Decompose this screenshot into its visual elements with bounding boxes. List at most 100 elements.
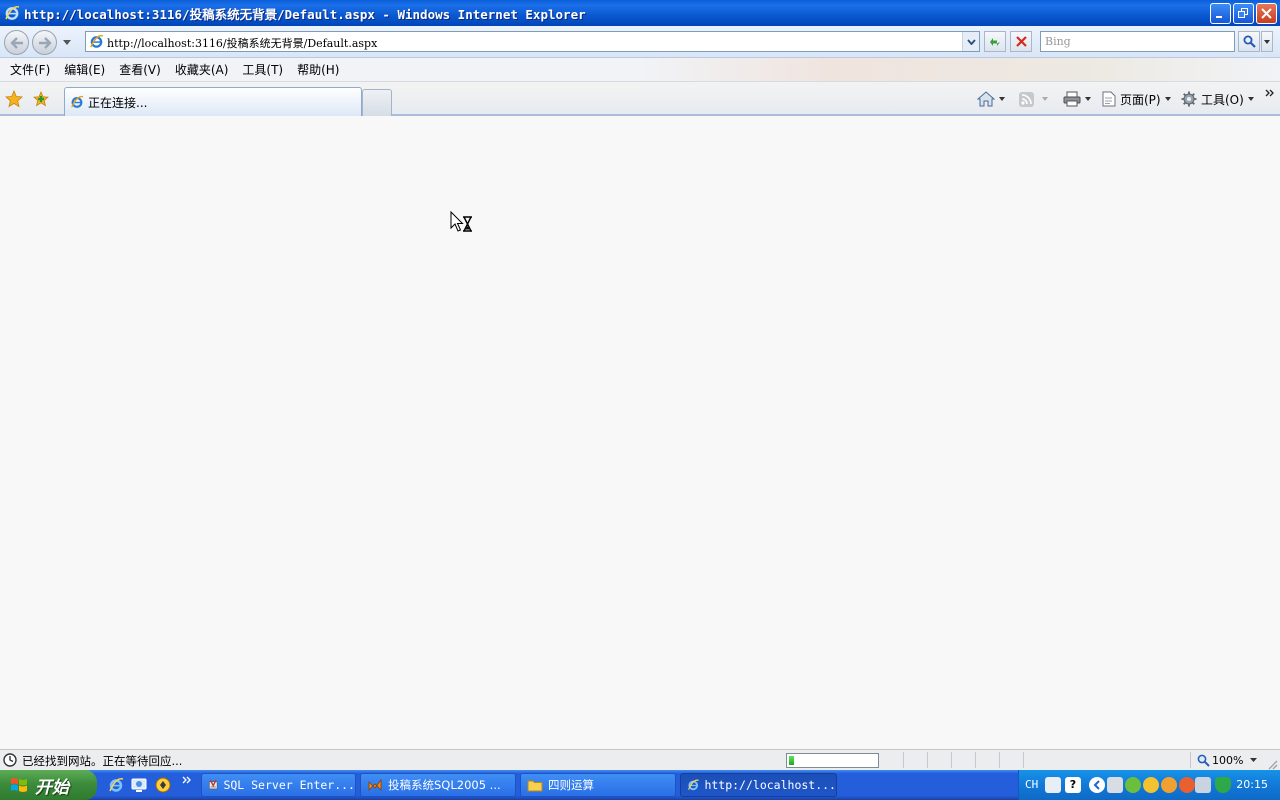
chevron-down-icon — [1264, 39, 1270, 44]
tab-active[interactable]: 正在连接... — [64, 87, 362, 116]
volume-icon[interactable] — [1195, 777, 1211, 793]
busy-cursor-icon — [450, 211, 472, 232]
favorites-center-button[interactable] — [4, 89, 24, 109]
antivirus-icon[interactable] — [1125, 777, 1141, 793]
show-desktop-icon — [131, 778, 147, 792]
resize-grip-icon[interactable] — [1266, 758, 1278, 770]
tools-menu-button[interactable]: 工具(O) — [1181, 90, 1254, 108]
minimize-button[interactable] — [1210, 3, 1231, 24]
status-bar: 已经找到网站。正在等待回应... 100% — [0, 749, 1280, 770]
add-to-favorites-button[interactable] — [31, 89, 51, 109]
qq-icon[interactable] — [1143, 777, 1159, 793]
start-label: 开始 — [35, 777, 69, 798]
taskbar-button-folder[interactable]: 四则运算 — [520, 773, 676, 797]
search-button[interactable] — [1238, 31, 1260, 52]
taskbar-button-ie[interactable]: http://localhost... — [680, 773, 837, 797]
menu-view[interactable]: 查看(V) — [113, 61, 169, 78]
new-tab-button[interactable] — [362, 89, 392, 116]
close-icon — [1261, 8, 1272, 19]
history-dropdown-icon[interactable] — [63, 40, 71, 45]
refresh-button[interactable] — [984, 31, 1006, 52]
progress-bar — [786, 753, 879, 768]
menu-tools[interactable]: 工具(T) — [236, 61, 291, 78]
address-field[interactable]: http://localhost:3116/投稿系统无背景/Default.as… — [85, 31, 980, 52]
task-label: 投稿系统SQL2005 ... — [388, 778, 501, 792]
ie-icon — [109, 778, 124, 792]
address-dropdown-button[interactable] — [962, 32, 979, 51]
ie-icon — [688, 779, 699, 791]
stop-icon — [1015, 36, 1027, 47]
language-indicator[interactable]: CH — [1025, 778, 1038, 791]
network-icon[interactable] — [1107, 777, 1123, 793]
restore-icon — [1238, 8, 1248, 18]
page-content[interactable] — [0, 117, 1280, 749]
home-icon — [977, 91, 995, 107]
sql-server-icon — [208, 780, 218, 790]
tools-menu-label: 工具(O) — [1201, 92, 1244, 107]
help-icon[interactable]: ? — [1065, 777, 1081, 793]
task-label: 四则运算 — [548, 778, 594, 792]
tray-collapse-icon[interactable] — [1089, 777, 1105, 793]
forward-button[interactable] — [32, 30, 57, 55]
page-menu-label: 页面(P) — [1120, 92, 1161, 107]
windows-logo-icon — [11, 778, 27, 792]
status-text: 已经找到网站。正在等待回应... — [22, 754, 183, 768]
zoom-icon[interactable] — [1197, 754, 1210, 767]
chevron-down-icon — [966, 38, 976, 45]
quick-launch-ie[interactable] — [107, 776, 125, 794]
more-commands-button[interactable] — [1265, 84, 1274, 102]
folder-icon — [527, 780, 543, 792]
back-arrow-icon — [9, 36, 23, 49]
page-icon — [1102, 91, 1116, 107]
window-title: http://localhost:3116/投稿系统无背景/Default.as… — [24, 6, 586, 22]
menu-edit[interactable]: 编辑(E) — [58, 61, 113, 78]
zoom-dropdown-icon[interactable] — [1250, 758, 1257, 762]
search-icon — [1243, 35, 1256, 48]
app-shortcut-icon — [155, 777, 171, 793]
search-input[interactable]: Bing — [1040, 31, 1235, 52]
progress-fill — [789, 756, 794, 765]
search-placeholder: Bing — [1045, 35, 1071, 48]
feeds-button[interactable] — [1019, 90, 1048, 108]
keyboard-icon[interactable] — [1045, 777, 1061, 793]
qq-icon-2[interactable] — [1161, 777, 1177, 793]
zoom-level[interactable]: 100% — [1212, 754, 1243, 767]
chevron-double-right-icon — [1265, 89, 1274, 97]
loading-clock-icon — [3, 753, 17, 767]
back-button[interactable] — [4, 30, 29, 55]
forward-arrow-icon — [38, 36, 52, 49]
close-button[interactable] — [1256, 3, 1277, 24]
system-tray: CH ? 20:15 — [1018, 770, 1280, 800]
gear-icon — [1181, 91, 1197, 107]
restore-button[interactable] — [1233, 3, 1254, 24]
taskbar-button-sql-server[interactable]: SQL Server Enter... — [201, 773, 356, 797]
page-menu-button[interactable]: 页面(P) — [1102, 90, 1171, 108]
print-button[interactable] — [1063, 90, 1091, 108]
address-url: http://localhost:3116/投稿系统无背景/Default.as… — [107, 37, 378, 50]
start-button[interactable]: 开始 — [0, 770, 97, 800]
menu-favorites[interactable]: 收藏夹(A) — [169, 61, 237, 78]
visual-studio-icon — [368, 778, 382, 791]
menu-help[interactable]: 帮助(H) — [291, 61, 347, 78]
add-favorite-icon — [33, 90, 49, 107]
chevron-double-right-icon[interactable] — [182, 776, 191, 784]
page-ie-icon — [90, 34, 104, 48]
favorites-star-icon — [5, 90, 23, 108]
home-button[interactable] — [977, 90, 1005, 108]
qq-icon-3[interactable] — [1179, 777, 1195, 793]
security-shield-icon[interactable] — [1215, 777, 1231, 793]
task-label: SQL Server Enter... — [223, 778, 355, 792]
tab-label: 正在连接... — [88, 95, 148, 110]
stop-button[interactable] — [1010, 31, 1032, 52]
quick-launch-desktop[interactable] — [130, 776, 148, 794]
search-options-button[interactable] — [1261, 31, 1273, 52]
taskbar-button-visual-studio[interactable]: 投稿系统SQL2005 ... — [360, 773, 516, 797]
refresh-icon — [990, 37, 1000, 46]
task-label: http://localhost... — [704, 778, 836, 792]
clock[interactable]: 20:15 — [1236, 778, 1268, 791]
rss-feed-icon — [1019, 91, 1034, 107]
tab-bar: 正在连接... 页面(P) 工具(O) — [0, 82, 1280, 116]
quick-launch-app[interactable] — [154, 776, 172, 794]
menu-file[interactable]: 文件(F) — [4, 61, 58, 78]
taskbar: 开始 SQL Server Enter... 投稿系统SQL2005 ... 四… — [0, 770, 1280, 800]
